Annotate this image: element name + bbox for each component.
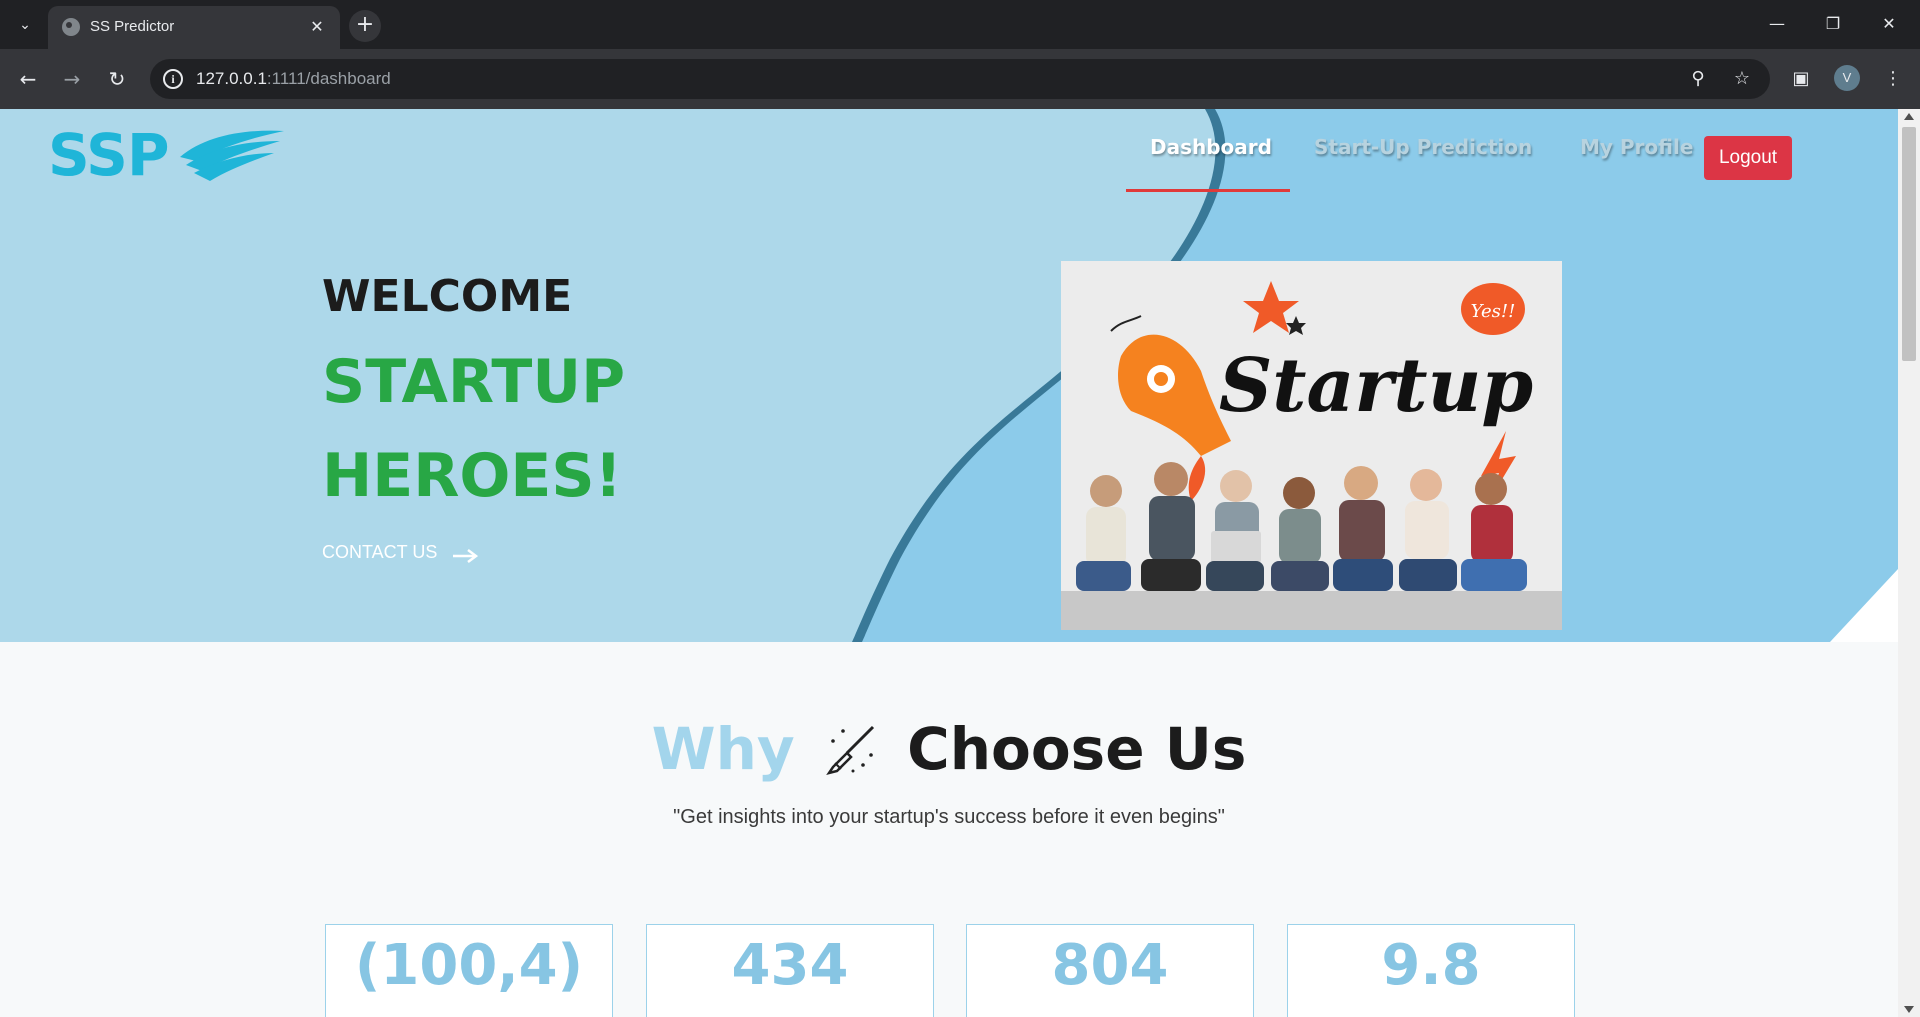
tab-title: SS Predictor [90,18,175,35]
tagline: "Get insights into your startup's succes… [673,806,1225,828]
contact-us-link[interactable]: CONTACT US [322,542,437,563]
why-choose-us-heading: Why Choose Us [0,715,1898,783]
stat-value: 804 [1051,933,1169,998]
bookmark-star-icon[interactable]: ☆ [1730,67,1754,91]
hero-section: SSP Dashboard Start-Up Prediction My Pro… [0,109,1898,642]
tab-search-chevron-icon[interactable]: ⌄ [10,12,40,38]
nav-active-underline [1126,189,1290,192]
scroll-down-arrow-icon[interactable] [1904,1006,1914,1013]
logout-button[interactable]: Logout [1704,136,1792,180]
reload-icon[interactable]: ↻ [101,63,133,95]
ssp-logo[interactable]: SSP [48,119,288,189]
tab-close-icon[interactable]: ✕ [306,16,328,38]
browser-toolbar: ← → ↻ i 127.0.0.1:1111/dashboard ⚲ ☆ ▣ V… [0,49,1920,109]
stat-card: (100,4) [325,924,613,1017]
forward-icon[interactable]: → [56,63,88,95]
side-panel-icon[interactable]: ▣ [1786,64,1816,94]
url-host: 127.0.0.1 [196,69,267,88]
magic-broom-icon [826,725,874,775]
wing-logo-icon [180,130,284,181]
arrow-right-icon[interactable] [452,549,478,563]
scroll-up-arrow-icon[interactable] [1904,113,1914,120]
startup-team-image: Yes!! Startup [1061,261,1562,630]
profile-avatar[interactable]: V [1834,65,1860,91]
url-text[interactable]: 127.0.0.1:1111/dashboard [196,69,391,89]
stat-value: 434 [731,933,849,998]
hero-title-line1: STARTUP [322,347,626,417]
browser-tab[interactable]: SS Predictor ✕ [48,6,340,49]
globe-icon [62,18,80,36]
address-bar[interactable]: i 127.0.0.1:1111/dashboard ⚲ ☆ [150,59,1770,99]
site-info-icon[interactable]: i [163,69,183,89]
minimize-icon[interactable]: — [1754,10,1800,38]
nav-my-profile[interactable]: My Profile [1580,135,1693,159]
restore-icon[interactable]: ❐ [1810,10,1856,38]
menu-kebab-icon[interactable]: ⋮ [1878,64,1908,94]
url-path: :1111/dashboard [266,69,391,88]
hero-wave-background [852,109,1898,642]
close-window-icon[interactable]: ✕ [1866,10,1912,38]
new-tab-button[interactable]: + [349,10,381,42]
image-startup-word: Startup [1219,343,1533,429]
stat-value: (100,4) [354,933,584,998]
nav-startup-prediction[interactable]: Start-Up Prediction [1314,135,1532,159]
nav-dashboard[interactable]: Dashboard [1150,135,1272,159]
back-icon[interactable]: ← [12,63,44,95]
stat-value: 9.8 [1381,933,1481,998]
logo-text: SSP [48,121,169,189]
browser-tab-strip: ⌄ SS Predictor ✕ + — ❐ ✕ [0,0,1920,49]
page-viewport: SSP Dashboard Start-Up Prediction My Pro… [0,109,1898,1017]
image-bubble-text: Yes!! [1471,301,1516,322]
stat-card: 434 [646,924,934,1017]
page-scrollbar[interactable] [1898,109,1920,1017]
welcome-heading: WELCOME [322,271,573,322]
scrollbar-thumb[interactable] [1902,127,1916,361]
choose-us-words: Choose Us [907,715,1247,783]
why-word: Why [651,715,795,783]
stat-card: 9.8 [1287,924,1575,1017]
stat-card: 804 [966,924,1254,1017]
zoom-icon[interactable]: ⚲ [1686,67,1710,91]
hero-title-line2: HEROES! [322,441,622,511]
